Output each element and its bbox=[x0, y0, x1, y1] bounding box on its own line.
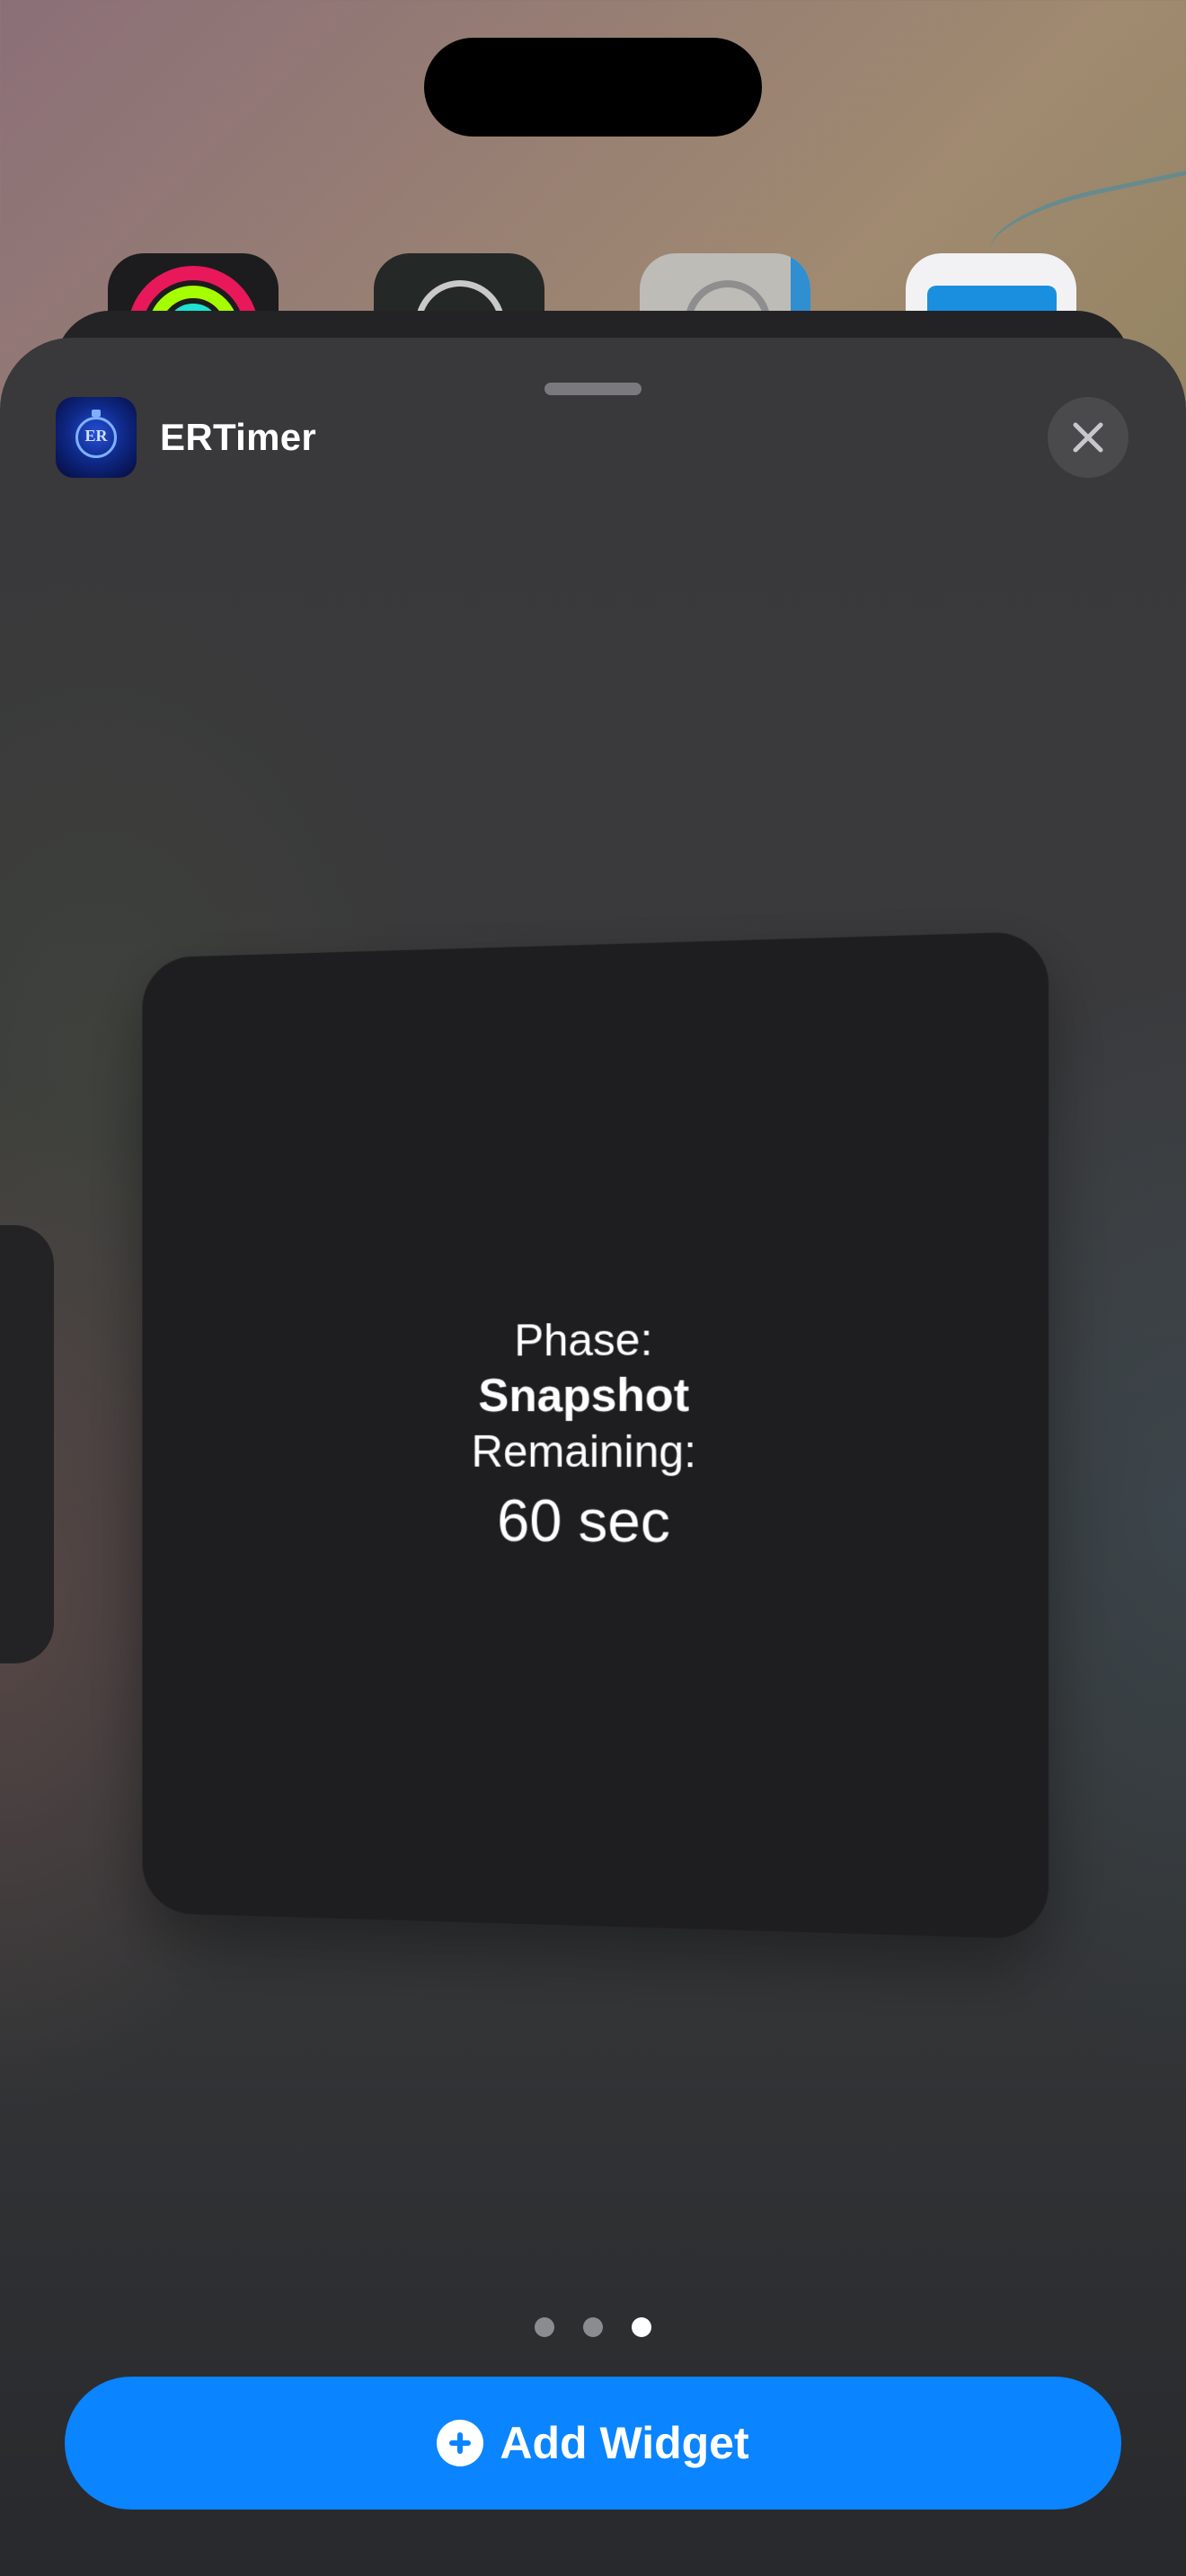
dynamic-island bbox=[424, 38, 762, 137]
app-header: ER ERTimer bbox=[56, 397, 316, 478]
page-dot-1[interactable] bbox=[535, 2317, 554, 2337]
remaining-value: 60 sec bbox=[472, 1485, 696, 1558]
close-icon bbox=[1071, 420, 1105, 454]
sheet-grabber[interactable] bbox=[544, 383, 642, 395]
stopwatch-crown bbox=[92, 410, 101, 417]
add-widget-button[interactable]: Add Widget bbox=[65, 2377, 1121, 2510]
plus-circle-icon bbox=[437, 2420, 483, 2466]
page-dot-3-active[interactable] bbox=[632, 2317, 651, 2337]
widget-gallery-sheet: ER ERTimer Phase: Snapshot Remaining: 60… bbox=[0, 338, 1186, 2576]
app-icon-text: ER bbox=[56, 427, 137, 446]
widget-content: Phase: Snapshot Remaining: 60 sec bbox=[472, 1312, 696, 1558]
app-icon: ER bbox=[56, 397, 137, 478]
phase-value: Snapshot bbox=[472, 1368, 696, 1425]
remaining-label: Remaining: bbox=[472, 1425, 696, 1479]
add-widget-label: Add Widget bbox=[500, 2417, 748, 2469]
close-button[interactable] bbox=[1048, 397, 1128, 478]
app-name: ERTimer bbox=[160, 416, 316, 459]
page-indicator[interactable] bbox=[0, 2317, 1186, 2337]
widget-preview[interactable]: Phase: Snapshot Remaining: 60 sec bbox=[142, 931, 1049, 1940]
phase-label: Phase: bbox=[472, 1312, 696, 1368]
page-dot-2[interactable] bbox=[583, 2317, 603, 2337]
previous-widget-preview[interactable] bbox=[0, 1225, 54, 1663]
